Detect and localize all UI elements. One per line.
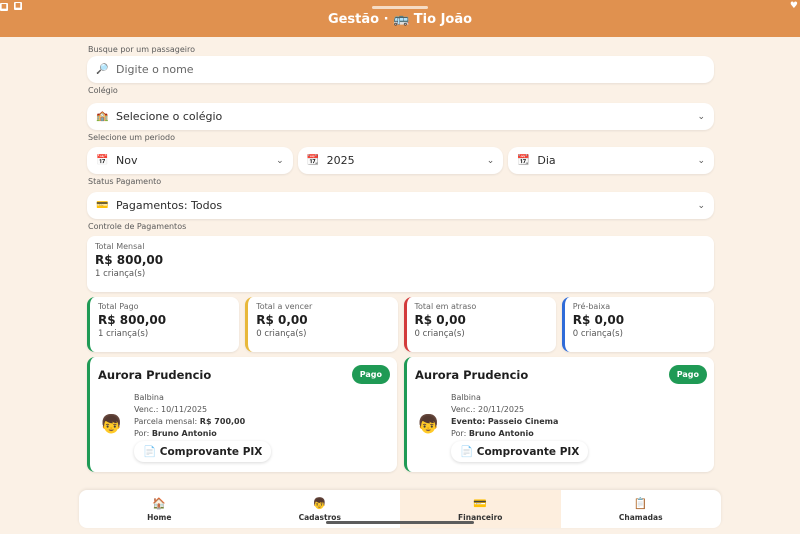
magnifier-icon: 🔎 (96, 64, 109, 75)
chevron-down-icon: ⌄ (697, 200, 705, 211)
payment-info: Balbina Venc.: 20/11/2025 Evento: Passei… (451, 392, 558, 440)
school-value: Selecione o colégio (116, 110, 223, 123)
control-label: Controle de Pagamentos (88, 222, 187, 231)
school-select[interactable]: 🏫 Selecione o colégio ⌄ (87, 103, 714, 130)
payment-status-value: Pagamentos: Todos (116, 199, 223, 212)
status-badge: Pago (668, 365, 707, 384)
detail-value: Passeio Cinema (487, 417, 559, 426)
stat-card-due: Total a vencer R$ 0,00 0 criança(s) (245, 297, 398, 352)
total-card: Total Mensal R$ 800,00 1 criança(s) (87, 236, 714, 292)
passenger-name: Aurora Prudencio (98, 368, 212, 382)
stat-label: Total Pago (98, 302, 139, 311)
avatar: 👦 (417, 414, 440, 435)
avatar: 👦 (100, 414, 123, 435)
stat-value: R$ 0,00 (572, 313, 625, 327)
tab-chamadas[interactable]: 📋 Chamadas (561, 490, 722, 528)
home-icon: 🏠 (152, 496, 167, 510)
day-value: Dia (537, 154, 556, 167)
calendar-icon: 📅 (96, 155, 109, 166)
search-input[interactable]: 🔎 Digite o nome (87, 56, 714, 83)
document-icon: 📄 (460, 446, 474, 458)
stat-card-overdue: Total em atraso R$ 0,00 0 criança(s) (403, 297, 556, 352)
tab-label: Chamadas (618, 512, 663, 522)
total-value: R$ 800,00 (95, 253, 164, 267)
period-label: Selecione um periodo (88, 133, 175, 142)
due-date: Venc.: 10/11/2025 (134, 405, 208, 414)
by-label: Por: (451, 429, 467, 438)
stat-label: Total em atraso (414, 302, 477, 311)
paid-by: Bruno Antonio (468, 429, 534, 438)
search-label: Busque por um passageiro (88, 45, 195, 54)
tab-home[interactable]: 🏠 Home (79, 490, 240, 528)
detail-label: Evento: (451, 417, 486, 426)
pix-receipt-label: Comprovante PIX (476, 446, 580, 458)
school-icon: 🏫 (96, 111, 109, 122)
passenger-name: Aurora Prudencio (415, 368, 529, 382)
school-name: Balbina (134, 393, 164, 402)
stat-count: 0 criança(s) (572, 329, 623, 339)
detail-label: Parcela mensal: (134, 417, 198, 426)
pix-receipt-label: Comprovante PIX (159, 446, 263, 458)
payment-status-label: Status Pagamento (88, 177, 162, 186)
stat-label: Pré-baixa (572, 302, 611, 311)
day-select[interactable]: 📆 Dia ⌄ (508, 147, 715, 174)
month-value: Nov (116, 154, 138, 167)
stat-card-pre-write-off: Pré-baixa R$ 0,00 0 criança(s) (561, 297, 714, 352)
stat-count: 1 criança(s) (98, 329, 149, 339)
clipboard-icon: 📋 (633, 496, 648, 510)
stat-card-paid: Total Pago R$ 800,00 1 criança(s) (87, 297, 240, 352)
detail-value: R$ 700,00 (199, 417, 246, 426)
page-title: Gestão · 🚌 Tio João (327, 12, 473, 27)
status-icon: ■ (0, 3, 8, 11)
due-date: Venc.: 20/11/2025 (451, 405, 525, 414)
app-header: ■ ■ Gestão · 🚌 Tio João ♥ (0, 0, 800, 37)
credit-card-icon: 💳 (96, 200, 109, 211)
document-icon: 📄 (143, 446, 157, 458)
total-label: Total Mensal (95, 242, 145, 251)
payment-status-select[interactable]: 💳 Pagamentos: Todos ⌄ (87, 192, 714, 219)
payment-card[interactable]: Aurora Prudencio Pago 👦 Balbina Venc.: 1… (87, 357, 397, 472)
calendar-icon: 📆 (517, 155, 530, 166)
credit-card-icon: 💳 (473, 496, 488, 510)
stat-value: R$ 800,00 (98, 313, 167, 327)
calendar-icon: 📆 (306, 155, 320, 166)
pix-receipt-button[interactable]: 📄 Comprovante PIX (134, 441, 272, 462)
paid-by: Bruno Antonio (151, 429, 217, 438)
stat-value: R$ 0,00 (414, 313, 466, 327)
stat-label: Total a vencer (256, 302, 313, 311)
payment-info: Balbina Venc.: 10/11/2025 Parcela mensal… (134, 392, 245, 440)
pix-receipt-button[interactable]: 📄 Comprovante PIX (451, 441, 589, 462)
search-placeholder: Digite o nome (116, 63, 194, 76)
stat-count: 0 criança(s) (256, 329, 307, 339)
chevron-down-icon: ⌄ (697, 155, 706, 166)
main-content: Busque por um passageiro 🔎 Digite o nome… (87, 44, 715, 472)
chevron-down-icon: ⌄ (697, 111, 705, 122)
wifi-icon: ♥ (789, 1, 798, 11)
school-name: Balbina (451, 393, 481, 402)
payment-card[interactable]: Aurora Prudencio Pago 👦 Balbina Venc.: 2… (404, 357, 714, 472)
chevron-down-icon: ⌄ (276, 155, 284, 166)
stat-value: R$ 0,00 (256, 313, 308, 327)
total-count: 1 criança(s) (95, 269, 146, 279)
tab-label: Home (147, 512, 172, 522)
status-icon: ■ (14, 2, 22, 10)
school-label: Colégio (88, 86, 118, 95)
month-select[interactable]: 📅 Nov ⌄ (87, 147, 293, 174)
stat-count: 0 criança(s) (414, 329, 465, 339)
by-label: Por: (134, 429, 150, 438)
child-icon: 👦 (312, 496, 327, 510)
chevron-down-icon: ⌄ (486, 155, 495, 166)
year-value: 2025 (326, 154, 355, 167)
home-indicator[interactable] (326, 521, 474, 524)
year-select[interactable]: 📆 2025 ⌄ (297, 147, 504, 174)
drag-handle[interactable] (372, 6, 428, 9)
status-badge: Pago (351, 365, 390, 384)
